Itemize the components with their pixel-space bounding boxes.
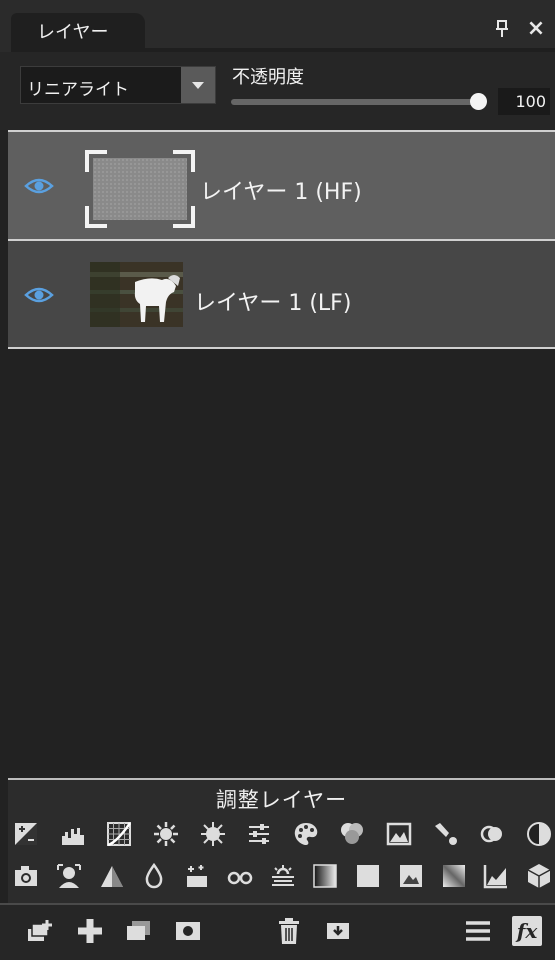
haze-icon[interactable] xyxy=(267,860,299,892)
layer-name-hf[interactable]: レイヤー 1 (HF) xyxy=(200,174,362,206)
photo-filter-icon[interactable] xyxy=(383,818,415,850)
fx-icon[interactable]: fx xyxy=(512,916,542,946)
opacity-label: 不透明度 xyxy=(232,67,304,88)
channel-mixer-icon[interactable] xyxy=(476,818,508,850)
eye-icon[interactable] xyxy=(24,285,54,305)
threshold-icon[interactable] xyxy=(96,860,128,892)
camera-icon[interactable] xyxy=(10,860,42,892)
new-group-icon[interactable] xyxy=(24,916,56,946)
histogram-icon[interactable] xyxy=(480,860,512,892)
selective-color-icon[interactable] xyxy=(430,818,462,850)
blend-mode-select[interactable]: リニアライト xyxy=(20,66,216,104)
contrast-icon[interactable] xyxy=(197,818,229,850)
opacity-value-field[interactable]: 100 xyxy=(498,88,550,115)
selection-corner xyxy=(173,150,195,172)
fx-label: fx xyxy=(516,919,538,943)
bottom-toolbar: fx xyxy=(0,903,555,960)
selection-corner xyxy=(85,206,107,228)
layers-panel: レイヤー × リニアライト 不透明度 100 レイヤー 1 (HF) レイヤー … xyxy=(0,0,555,960)
blend-mode-value: リニアライト xyxy=(27,80,129,100)
palette-icon[interactable] xyxy=(290,818,322,850)
adjustment-layers-section: 調整レイヤー xyxy=(8,778,555,903)
menu-icon[interactable] xyxy=(462,916,494,946)
opacity-slider-thumb[interactable] xyxy=(470,93,487,110)
panel-tab-bar: レイヤー × xyxy=(0,0,555,52)
drop-icon[interactable] xyxy=(138,860,170,892)
selection-corner xyxy=(85,150,107,172)
layer-name-lf[interactable]: レイヤー 1 (LF) xyxy=(194,285,351,317)
solid-fill-icon[interactable] xyxy=(352,860,384,892)
adjustment-layers-title: 調整レイヤー xyxy=(215,788,348,812)
eye-icon[interactable] xyxy=(24,176,54,196)
portrait-icon[interactable] xyxy=(53,860,85,892)
adjustment-row-1 xyxy=(10,818,555,856)
curves-icon[interactable] xyxy=(103,818,135,850)
image-fill-icon[interactable] xyxy=(395,860,427,892)
trash-icon[interactable] xyxy=(273,916,305,946)
layer-list: レイヤー 1 (HF) レイヤー 1 (LF) xyxy=(8,130,555,778)
gradient-fill-icon[interactable] xyxy=(438,860,470,892)
pin-icon[interactable] xyxy=(494,19,510,39)
opacity-slider[interactable] xyxy=(231,99,483,105)
duplicate-layer-icon[interactable] xyxy=(122,916,154,946)
gradient-map-icon[interactable] xyxy=(309,860,341,892)
brightness-icon[interactable] xyxy=(150,818,182,850)
glasses-icon[interactable] xyxy=(224,860,256,892)
tab-layers[interactable]: レイヤー xyxy=(11,13,145,52)
layer-controls: リニアライト 不透明度 100 xyxy=(0,52,555,130)
horse-photo-thumbnail xyxy=(90,262,183,327)
levels-icon[interactable] xyxy=(57,818,89,850)
invert-icon[interactable] xyxy=(523,818,555,850)
color-balance-icon[interactable] xyxy=(336,818,368,850)
chevron-down-icon[interactable] xyxy=(181,67,215,103)
merge-icon[interactable] xyxy=(322,916,354,946)
selection-corner xyxy=(173,206,195,228)
add-layer-icon[interactable] xyxy=(74,916,106,946)
layer-row-hf[interactable]: レイヤー 1 (HF) xyxy=(8,130,555,241)
layer-list-empty-area[interactable] xyxy=(8,349,555,778)
cube-icon[interactable] xyxy=(523,860,555,892)
close-icon[interactable]: × xyxy=(525,16,547,41)
layer-row-lf[interactable]: レイヤー 1 (LF) xyxy=(8,241,555,349)
exposure-icon[interactable] xyxy=(10,818,42,850)
layer-thumbnail-lf[interactable] xyxy=(90,262,183,327)
layer-thumbnail-hf[interactable] xyxy=(85,150,195,228)
sparkle-icon[interactable] xyxy=(181,860,213,892)
adjustment-row-2 xyxy=(10,860,555,898)
sliders-icon[interactable] xyxy=(243,818,275,850)
mask-icon[interactable] xyxy=(172,916,204,946)
